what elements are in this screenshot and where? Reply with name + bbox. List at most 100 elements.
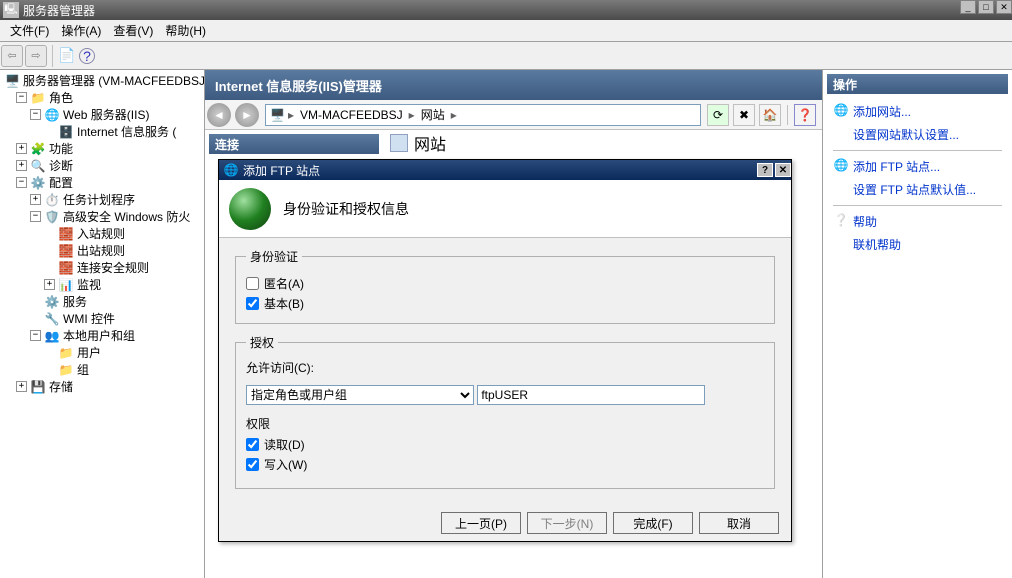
tree-firewall[interactable]: 高级安全 Windows 防火 — [63, 208, 190, 225]
crumb-sites[interactable]: 网站 — [418, 106, 448, 123]
dialog-title: 添加 FTP 站点 — [243, 162, 320, 179]
home-button[interactable]: 🏠 — [759, 104, 781, 126]
tree-features[interactable]: 功能 — [49, 140, 73, 157]
tree-services[interactable]: 服务 — [63, 293, 87, 310]
tree-outbound[interactable]: 出站规则 — [77, 242, 125, 259]
basic-label: 基本(B) — [264, 295, 304, 312]
dialog-help-button[interactable]: ? — [757, 163, 773, 177]
menu-action[interactable]: 操作(A) — [55, 20, 107, 41]
breadcrumb-bar: ◄ ► 🖥️ ▸ VM-MACFEEDBSJ ▸ 网站 ▸ ⟳ ✖ 🏠 ❓ — [205, 100, 822, 130]
action-set-ftp-defaults[interactable]: 设置 FTP 站点默认值... — [833, 178, 1002, 201]
nav-back-button[interactable]: ⇦ — [1, 45, 23, 67]
expander[interactable]: − — [30, 330, 41, 341]
refresh-icon[interactable]: 📄 — [57, 46, 77, 66]
tree-inbound[interactable]: 入站规则 — [77, 225, 125, 242]
services-icon: ⚙️ — [44, 294, 60, 310]
expander[interactable]: + — [44, 279, 55, 290]
dialog-close-button[interactable]: ✕ — [775, 163, 791, 177]
tree-localusers[interactable]: 本地用户和组 — [63, 327, 135, 344]
minimize-button[interactable]: _ — [960, 0, 976, 14]
next-button[interactable]: 下一步(N) — [527, 512, 607, 534]
rule-icon: 🧱 — [58, 260, 74, 276]
role-user-input[interactable] — [477, 385, 705, 405]
folder-icon: 📁 — [58, 362, 74, 378]
expander[interactable]: + — [16, 381, 27, 392]
basic-checkbox[interactable] — [246, 297, 259, 310]
help-icon[interactable]: ? — [79, 48, 95, 64]
auth-group: 身份验证 匿名(A) 基本(B) — [235, 248, 775, 324]
tree-diag[interactable]: 诊断 — [49, 157, 73, 174]
actions-header: 操作 — [827, 74, 1008, 94]
expander[interactable]: − — [30, 109, 41, 120]
expander[interactable]: − — [30, 211, 41, 222]
expander[interactable]: + — [16, 160, 27, 171]
action-add-site[interactable]: 🌐添加网站... — [833, 100, 1002, 123]
close-button[interactable]: ✕ — [996, 0, 1012, 14]
anonymous-label: 匿名(A) — [264, 275, 304, 292]
dialog-header: 身份验证和授权信息 — [219, 180, 791, 238]
action-set-site-defaults[interactable]: 设置网站默认设置... — [833, 123, 1002, 146]
authz-group: 授权 允许访问(C): 指定角色或用户组 权限 读取(D) 写入(W) — [235, 334, 775, 489]
tree-task[interactable]: 任务计划程序 — [63, 191, 135, 208]
folder-icon: 📁 — [58, 345, 74, 361]
add-ftp-dialog: 🌐 添加 FTP 站点 ? ✕ 身份验证和授权信息 身份验证 匿名(A) 基本(… — [218, 159, 792, 542]
iis-icon: 🗄️ — [58, 124, 74, 140]
content-title: 网站 — [414, 131, 446, 155]
expander[interactable]: + — [16, 143, 27, 154]
globe-icon: 🌐 — [833, 157, 849, 173]
tree-pane: 🖥️服务器管理器 (VM-MACFEEDBSJ) −📁角色 −🌐Web 服务器(… — [0, 70, 205, 578]
tree-web[interactable]: Web 服务器(IIS) — [63, 106, 149, 123]
nav-help-button[interactable]: ❓ — [794, 104, 816, 126]
allow-access-select[interactable]: 指定角色或用户组 — [246, 385, 474, 405]
diag-icon: 🔍 — [30, 158, 46, 174]
task-icon: ⏱️ — [44, 192, 60, 208]
read-checkbox[interactable] — [246, 438, 259, 451]
tree-monitor[interactable]: 监视 — [77, 276, 101, 293]
nav-back-round[interactable]: ◄ — [207, 103, 231, 127]
menu-file[interactable]: 文件(F) — [4, 20, 55, 41]
dialog-titlebar: 🌐 添加 FTP 站点 ? ✕ — [219, 160, 791, 180]
expander[interactable]: − — [16, 92, 27, 103]
nav-forward-button[interactable]: ⇨ — [25, 45, 47, 67]
tree-root[interactable]: 服务器管理器 (VM-MACFEEDBSJ) — [23, 72, 205, 89]
address-bar[interactable]: 🖥️ ▸ VM-MACFEEDBSJ ▸ 网站 ▸ — [265, 104, 701, 126]
refresh-button[interactable]: ⟳ — [707, 104, 729, 126]
monitor-icon: 📊 — [58, 277, 74, 293]
tree-wmi[interactable]: WMI 控件 — [63, 310, 115, 327]
tree-users[interactable]: 用户 — [77, 344, 101, 361]
dialog-subtitle: 身份验证和授权信息 — [283, 199, 409, 219]
sites-icon — [390, 134, 408, 152]
anonymous-checkbox[interactable] — [246, 277, 259, 290]
maximize-button[interactable]: □ — [978, 0, 994, 14]
write-checkbox[interactable] — [246, 458, 259, 471]
menu-view[interactable]: 查看(V) — [107, 20, 159, 41]
expander[interactable]: − — [16, 177, 27, 188]
firewall-icon: 🛡️ — [44, 209, 60, 225]
globe-icon: 🌐 — [44, 107, 60, 123]
action-help[interactable]: ❔帮助 — [833, 210, 1002, 233]
prev-button[interactable]: 上一页(P) — [441, 512, 521, 534]
tree-roles[interactable]: 角色 — [49, 89, 73, 106]
stop-button[interactable]: ✖ — [733, 104, 755, 126]
rule-icon: 🧱 — [58, 243, 74, 259]
tree-connsec[interactable]: 连接安全规则 — [77, 259, 149, 276]
globe-large-icon — [229, 188, 271, 230]
cancel-button[interactable]: 取消 — [699, 512, 779, 534]
expander[interactable]: + — [30, 194, 41, 205]
tree-iis[interactable]: Internet 信息服务 ( — [77, 123, 176, 140]
menu-help[interactable]: 帮助(H) — [159, 20, 212, 41]
finish-button[interactable]: 完成(F) — [613, 512, 693, 534]
home-icon: 🖥️ — [270, 108, 285, 122]
action-add-ftp[interactable]: 🌐添加 FTP 站点... — [833, 155, 1002, 178]
read-label: 读取(D) — [264, 436, 305, 453]
action-online-help[interactable]: 联机帮助 — [833, 233, 1002, 256]
authz-legend: 授权 — [246, 334, 278, 351]
nav-fwd-round[interactable]: ► — [235, 103, 259, 127]
tree-config[interactable]: 配置 — [49, 174, 73, 191]
crumb-server[interactable]: VM-MACFEEDBSJ — [297, 108, 406, 122]
tree-storage[interactable]: 存储 — [49, 378, 73, 395]
dialog-buttons: 上一页(P) 下一步(N) 完成(F) 取消 — [219, 505, 791, 541]
tree-groups[interactable]: 组 — [77, 361, 89, 378]
actions-pane: 操作 🌐添加网站... 设置网站默认设置... 🌐添加 FTP 站点... 设置… — [822, 70, 1012, 578]
app-icon: 🖳 — [3, 2, 19, 18]
